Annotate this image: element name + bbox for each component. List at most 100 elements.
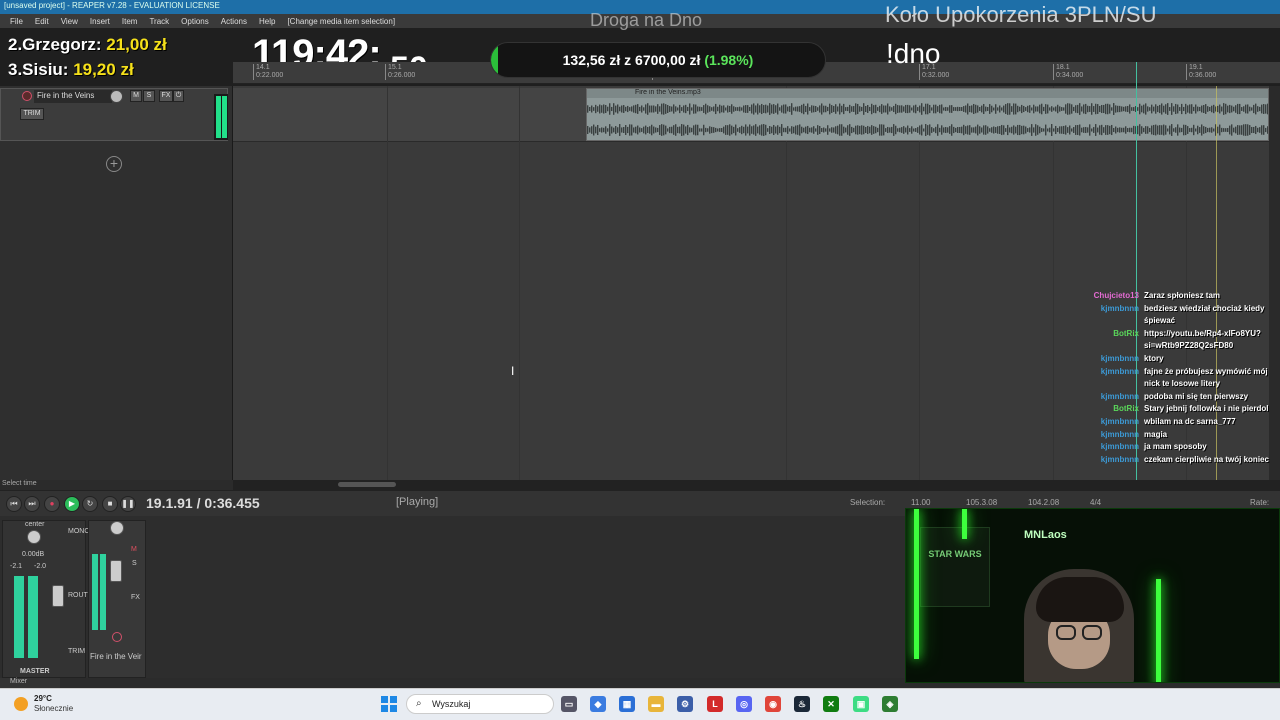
waveform-sample (1159, 125, 1161, 135)
master-trim-button[interactable]: TRIM (68, 648, 85, 655)
waveform-sample (619, 106, 621, 112)
waveform-sample (901, 105, 903, 113)
weather-temperature[interactable]: 29°C (34, 694, 52, 703)
store-icon[interactable]: ▦ (619, 696, 635, 712)
selection-start[interactable]: 11.00 (911, 498, 930, 507)
add-track-button[interactable]: + (106, 156, 122, 172)
waveform-sample (1187, 105, 1189, 113)
app-icon[interactable]: ◈ (882, 696, 898, 712)
waveform-sample (1197, 106, 1199, 112)
selection-end[interactable]: 105.3.08 (966, 498, 997, 507)
track-volume-knob[interactable] (110, 90, 123, 103)
xbox-icon[interactable]: ✕ (823, 696, 839, 712)
waveform-sample (629, 107, 631, 111)
track-control-panel[interactable] (0, 86, 233, 480)
waveform-sample (763, 105, 765, 113)
waveform-sample (1075, 105, 1077, 113)
waveform-sample (1203, 105, 1205, 113)
waveform-sample (1235, 126, 1237, 134)
waveform-sample (1111, 107, 1113, 111)
record-arm-button[interactable] (22, 91, 32, 101)
waveform-sample (1143, 127, 1145, 133)
waveform-sample (953, 126, 955, 134)
copilot-icon[interactable]: ◆ (590, 696, 606, 712)
media-item[interactable]: Fire in the Veins.mp3 (586, 88, 1269, 141)
menu-options[interactable]: Options (175, 17, 215, 26)
menu-help[interactable]: Help (253, 17, 281, 26)
track-fader[interactable] (110, 560, 122, 582)
selection-length[interactable]: 104.2.08 (1028, 498, 1059, 507)
settings-icon[interactable]: ⚙ (677, 696, 693, 712)
scroll-thumb[interactable] (338, 482, 396, 487)
chrome-icon[interactable]: ◉ (765, 696, 781, 712)
go-to-start-button[interactable]: ⏮ (6, 496, 22, 512)
chat-message: kjmnbnnn magia (1088, 429, 1276, 442)
menu-track[interactable]: Track (143, 17, 175, 26)
mono-button[interactable]: MONO (68, 528, 90, 535)
master-fader[interactable] (52, 585, 64, 607)
track-fx-button[interactable]: FX (131, 594, 140, 601)
horizontal-scrollbar[interactable] (233, 480, 1280, 490)
waveform-sample (1147, 106, 1149, 112)
waveform-sample (1223, 128, 1225, 132)
repeat-button[interactable]: ↻ (82, 496, 98, 512)
stop-button[interactable]: ■ (102, 496, 118, 512)
file-explorer-icon[interactable]: ▬ (648, 696, 664, 712)
waveform-sample (651, 124, 653, 136)
waveform-sample (1091, 103, 1093, 115)
waveform-sample (741, 107, 743, 111)
waveform-sample (1071, 104, 1073, 114)
discord-icon[interactable]: ◎ (736, 696, 752, 712)
menu-edit[interactable]: Edit (29, 17, 55, 26)
waveform-sample (1125, 126, 1127, 134)
track-name-field[interactable]: Fire in the Veins (34, 90, 112, 103)
fx-bypass-button[interactable]: ⏻ (173, 90, 184, 102)
waveform-sample (739, 106, 741, 112)
track-record-arm[interactable] (112, 632, 122, 642)
waveform-sample (617, 104, 619, 114)
solo-button[interactable]: S (143, 90, 155, 102)
steam-icon[interactable]: ♨ (794, 696, 810, 712)
menu-actions[interactable]: Actions (215, 17, 253, 26)
waveform-sample (699, 106, 701, 112)
master-pan-knob[interactable] (27, 530, 41, 544)
go-to-end-button[interactable]: ⏭ (24, 496, 40, 512)
waveform-sample (1223, 103, 1225, 115)
chat-text: podoba mi się ten pierwszy (1144, 391, 1249, 401)
playback-position[interactable]: 19.1.91 / 0:36.455 (146, 495, 260, 511)
taskbar-search[interactable]: ⌕ Wyszukaj (406, 694, 554, 714)
waveform-sample (855, 125, 857, 135)
android-icon[interactable]: ▣ (853, 696, 869, 712)
task-view-icon[interactable]: ▭ (561, 696, 577, 712)
weather-description[interactable]: Słonecznie (34, 704, 73, 713)
time-signature[interactable]: 4/4 (1090, 498, 1101, 507)
track-solo-button[interactable]: S (132, 560, 137, 567)
menu-item[interactable]: Item (116, 17, 144, 26)
waveform-sample (737, 128, 739, 132)
waveform-sample (1093, 106, 1095, 112)
track-mute-button[interactable]: M (131, 546, 137, 553)
reaper-icon[interactable]: L (707, 696, 723, 712)
fx-button[interactable]: FX (159, 90, 173, 102)
mixer-tab[interactable]: Mixer (0, 678, 60, 688)
record-button[interactable]: ● (44, 496, 60, 512)
trim-button[interactable]: TRIM (20, 108, 44, 120)
start-button[interactable] (381, 696, 397, 712)
waveform-sample (599, 128, 601, 132)
menu-insert[interactable]: Insert (84, 17, 116, 26)
waveform-sample (1247, 104, 1249, 114)
waveform-sample (753, 125, 755, 135)
waveform-sample (1239, 103, 1241, 115)
menu-file[interactable]: File (4, 17, 29, 26)
waveform-sample (681, 107, 683, 111)
menu-view[interactable]: View (55, 17, 84, 26)
waveform-sample (1079, 103, 1081, 115)
pause-button[interactable]: ❚❚ (120, 496, 136, 512)
play-button[interactable]: ▶ (64, 496, 80, 512)
weather-sun-icon[interactable] (14, 697, 28, 711)
track-pan-knob[interactable] (110, 521, 124, 535)
waveform-sample (617, 127, 619, 133)
waveform-sample (831, 105, 833, 113)
master-volume-db[interactable]: 0.00dB (22, 551, 44, 558)
mute-button[interactable]: M (130, 90, 142, 102)
